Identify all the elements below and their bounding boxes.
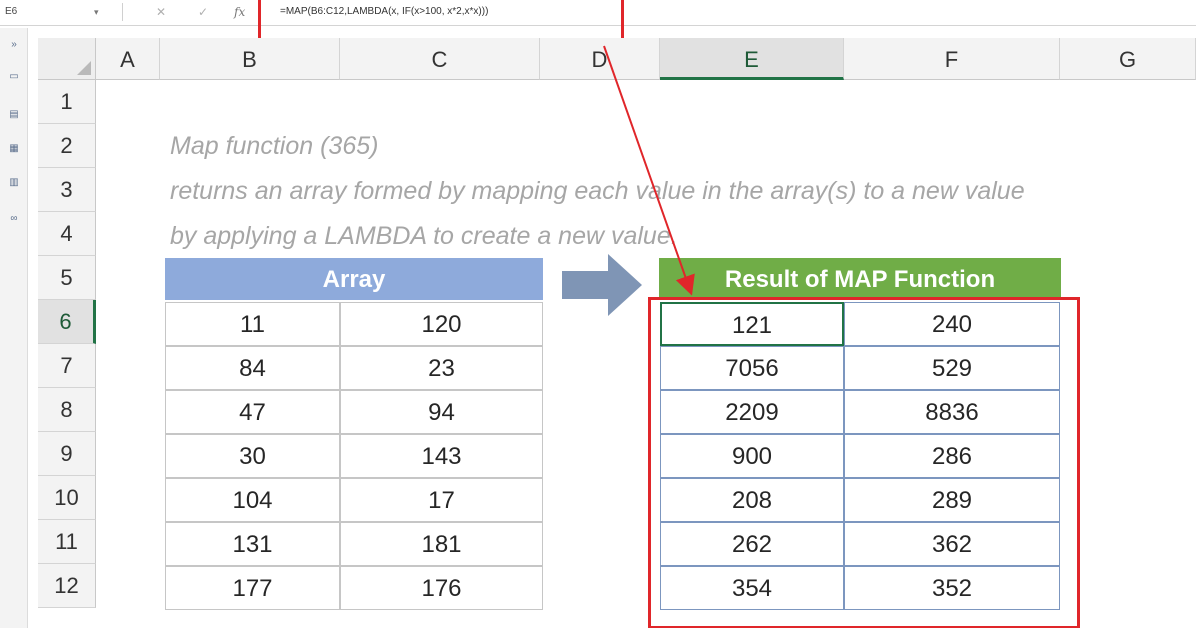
result-table-header: Result of MAP Function <box>659 258 1061 300</box>
array-table-header: Array <box>165 258 543 300</box>
result-highlight-box <box>648 297 1080 628</box>
array-cell-b6[interactable]: 11 <box>165 302 340 346</box>
row-header-9[interactable]: 9 <box>38 432 96 476</box>
row-header-4[interactable]: 4 <box>38 212 96 256</box>
array-cell-b10[interactable]: 104 <box>165 478 340 522</box>
description-line-3: by applying a LAMBDA to create a new val… <box>170 222 678 250</box>
row-header-11[interactable]: 11 <box>38 520 96 564</box>
array-cell-c11[interactable]: 181 <box>340 522 543 566</box>
array-cell-b11[interactable]: 131 <box>165 522 340 566</box>
grid-icon[interactable]: ▥ <box>8 178 20 188</box>
expand-icon[interactable]: » <box>8 40 20 50</box>
row-header-12[interactable]: 12 <box>38 564 96 608</box>
array-cell-b7[interactable]: 84 <box>165 346 340 390</box>
array-cell-c7[interactable]: 23 <box>340 346 543 390</box>
row-header-10[interactable]: 10 <box>38 476 96 520</box>
column-header-c[interactable]: C <box>340 38 540 80</box>
array-cell-c8[interactable]: 94 <box>340 390 543 434</box>
cancel-icon[interactable]: ✕ <box>156 3 166 21</box>
select-all-triangle-icon <box>77 61 91 75</box>
array-cell-c10[interactable]: 17 <box>340 478 543 522</box>
column-header-g[interactable]: G <box>1060 38 1196 80</box>
array-cell-c6[interactable]: 120 <box>340 302 543 346</box>
row-header-6[interactable]: 6 <box>38 300 96 344</box>
row-header-2[interactable]: 2 <box>38 124 96 168</box>
row-header-1[interactable]: 1 <box>38 80 96 124</box>
window-icon[interactable]: ▭ <box>8 72 20 82</box>
array-cell-b9[interactable]: 30 <box>165 434 340 478</box>
row-header-8[interactable]: 8 <box>38 388 96 432</box>
insert-function-icon[interactable]: fx <box>234 2 245 22</box>
array-cell-b12[interactable]: 177 <box>165 566 340 610</box>
name-box-dropdown-icon[interactable]: ▾ <box>94 3 99 21</box>
column-header-d[interactable]: D <box>540 38 660 80</box>
description-line-2: returns an array formed by mapping each … <box>170 177 1025 205</box>
folder-icon[interactable]: ▤ <box>8 110 20 120</box>
confirm-icon[interactable]: ✓ <box>198 3 208 21</box>
binoculars-icon[interactable]: ∞ <box>8 214 20 224</box>
description-title: Map function (365) <box>170 132 379 160</box>
formula-bar-separator <box>122 3 123 21</box>
column-header-a[interactable]: A <box>96 38 160 80</box>
array-cell-c9[interactable]: 143 <box>340 434 543 478</box>
print-icon[interactable]: ▦ <box>8 144 20 154</box>
right-arrow-icon <box>562 254 642 316</box>
row-header-5[interactable]: 5 <box>38 256 96 300</box>
side-toolbar: » ▭ ▤ ▦ ▥ ∞ <box>0 28 28 628</box>
row-header-7[interactable]: 7 <box>38 344 96 388</box>
column-header-b[interactable]: B <box>160 38 340 80</box>
array-cell-c12[interactable]: 176 <box>340 566 543 610</box>
row-header-3[interactable]: 3 <box>38 168 96 212</box>
name-box[interactable]: E6 <box>2 3 107 21</box>
column-header-f[interactable]: F <box>844 38 1060 80</box>
array-cell-b8[interactable]: 47 <box>165 390 340 434</box>
select-all-button[interactable] <box>38 38 96 80</box>
column-header-e[interactable]: E <box>660 38 844 80</box>
